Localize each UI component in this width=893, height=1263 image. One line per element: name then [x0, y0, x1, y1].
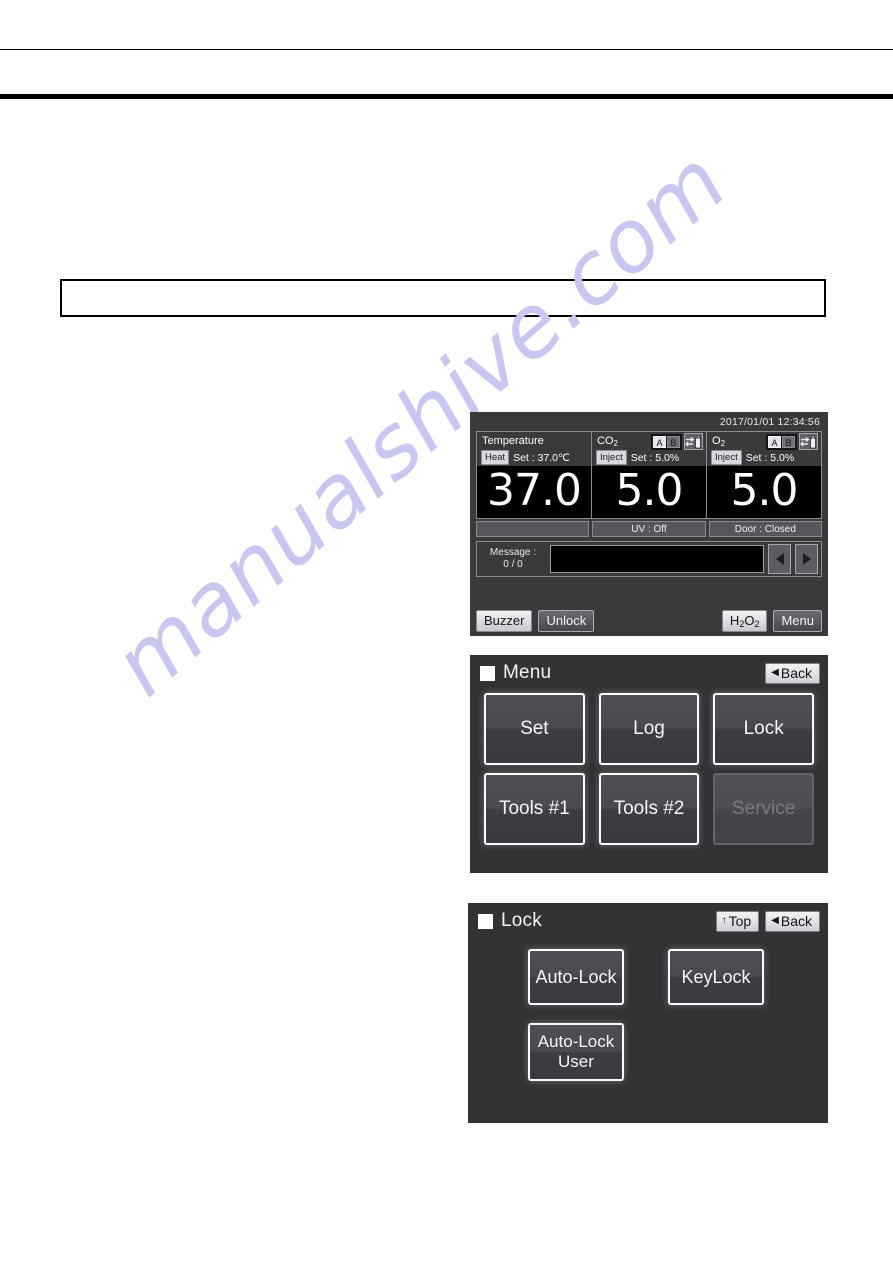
message-prev-button[interactable]	[768, 544, 791, 574]
o2-bottle-b-button[interactable]: B	[782, 436, 795, 448]
status-subbar-row: UV : Off Door : Closed	[476, 521, 822, 537]
co2-bottle-a-button[interactable]: A	[653, 436, 666, 448]
o2-inject-chip: Inject	[711, 450, 742, 465]
o2-label: O2	[712, 434, 726, 448]
message-label: Message :	[489, 547, 537, 558]
o2-bottle-a-button[interactable]: A	[768, 436, 781, 448]
lock-screen-title: Lock	[501, 910, 542, 931]
o2-gas-cylinder-icon[interactable]	[799, 433, 818, 450]
lock-back-button[interactable]: ◀ Back	[765, 910, 820, 932]
co2-inject-chip: Inject	[596, 450, 627, 465]
lock-screen-header: Lock ↑ Top ◀ Back	[468, 903, 828, 939]
arrow-up-icon: ↑	[721, 914, 727, 926]
temperature-setpoint: Set : 37.0℃	[513, 451, 570, 464]
o2-ab-selector[interactable]: A B	[766, 434, 797, 450]
status-subbar-door: Door : Closed	[708, 521, 822, 537]
menu-tile-log[interactable]: Log	[598, 693, 700, 765]
lock-tile-auto-lock[interactable]: Auto-Lock	[528, 949, 624, 1005]
heat-status-chip: Heat	[481, 450, 510, 465]
co2-value: 5.0	[592, 466, 706, 518]
co2-ab-selector[interactable]: A B	[651, 434, 682, 450]
chevron-left-icon: ◀	[771, 666, 779, 678]
triangle-right-icon	[802, 553, 811, 565]
temperature-value: 37.0	[477, 466, 591, 518]
status-subbar-blank	[476, 521, 590, 537]
message-next-button[interactable]	[795, 544, 818, 574]
readout-row: Temperature Heat Set : 37.0℃ 37.0 CO2 A …	[476, 431, 822, 519]
readout-cell-co2: CO2 A B Inject Set : 5.0% 5.0	[592, 432, 707, 518]
status-titlebar: 2017/01/01 12:34:56	[470, 412, 828, 431]
status-screen-panel: 2017/01/01 12:34:56 Temperature Heat Set…	[470, 412, 828, 636]
message-field	[550, 545, 764, 573]
header-rule-thick	[0, 94, 893, 99]
menu-tile-tools-2[interactable]: Tools #2	[598, 773, 700, 845]
menu-button[interactable]: Menu	[773, 610, 822, 632]
menu-tile-lock[interactable]: Lock	[713, 693, 814, 765]
menu-back-label: Back	[780, 664, 812, 681]
co2-label: CO2	[597, 434, 618, 448]
status-bottom-bar: Buzzer Unlock H2O2 Menu	[470, 606, 828, 636]
menu-screen-header: Menu ◀ Back	[470, 655, 828, 691]
co2-bottle-b-button[interactable]: B	[667, 436, 680, 448]
screen-marker-icon	[480, 665, 495, 681]
lock-top-label: Top	[728, 912, 752, 929]
menu-screen-title: Menu	[503, 662, 552, 683]
message-counter: 0 / 0	[503, 559, 523, 570]
readout-cell-o2: O2 A B Inject Set : 5.0% 5.0	[707, 432, 821, 518]
temperature-label: Temperature	[482, 434, 544, 447]
menu-screen-panel: Menu ◀ Back Set Log Lock Tools #1 Tools …	[470, 655, 828, 873]
menu-tile-set[interactable]: Set	[484, 693, 585, 765]
message-row: Message : 0 / 0	[476, 541, 822, 577]
menu-tile-service: Service	[713, 773, 814, 845]
screen-marker-icon	[478, 913, 493, 929]
note-box	[60, 279, 826, 317]
message-label-block: Message : 0 / 0	[480, 547, 546, 571]
lock-tile-area: Auto-Lock KeyLock Auto-Lock User	[468, 939, 828, 1119]
status-subbar-uv: UV : Off	[592, 521, 706, 537]
buzzer-button[interactable]: Buzzer	[476, 610, 533, 632]
co2-setpoint: Set : 5.0%	[630, 451, 680, 464]
menu-back-button[interactable]: ◀ Back	[765, 662, 820, 684]
header-rule-thin	[0, 49, 893, 50]
o2-setpoint: Set : 5.0%	[745, 451, 795, 464]
lock-tile-keylock[interactable]: KeyLock	[668, 949, 764, 1005]
h2o2-button[interactable]: H2O2	[721, 610, 768, 632]
lock-tile-auto-lock-user[interactable]: Auto-Lock User	[528, 1023, 624, 1081]
triangle-left-icon	[775, 553, 784, 565]
unlock-button[interactable]: Unlock	[538, 610, 595, 632]
o2-header: O2 A B	[707, 432, 821, 450]
menu-tile-grid: Set Log Lock Tools #1 Tools #2 Service	[470, 691, 828, 845]
chevron-left-icon: ◀	[771, 914, 779, 926]
menu-tile-tools-1[interactable]: Tools #1	[484, 773, 585, 845]
co2-subheader: Inject Set : 5.0%	[592, 449, 706, 466]
lock-back-label: Back	[780, 912, 812, 929]
lock-top-button[interactable]: ↑ Top	[715, 910, 760, 932]
co2-gas-cylinder-icon[interactable]	[684, 433, 703, 450]
lock-screen-panel: Lock ↑ Top ◀ Back Auto-Lock KeyLock Auto…	[468, 903, 828, 1123]
datetime-display: 2017/01/01 12:34:56	[719, 415, 820, 428]
o2-value: 5.0	[707, 466, 821, 518]
temperature-subheader: Heat Set : 37.0℃	[477, 449, 591, 466]
co2-header: CO2 A B	[592, 432, 706, 450]
o2-subheader: Inject Set : 5.0%	[707, 449, 821, 466]
temperature-header: Temperature	[477, 432, 591, 449]
readout-cell-temperature: Temperature Heat Set : 37.0℃ 37.0	[477, 432, 592, 518]
